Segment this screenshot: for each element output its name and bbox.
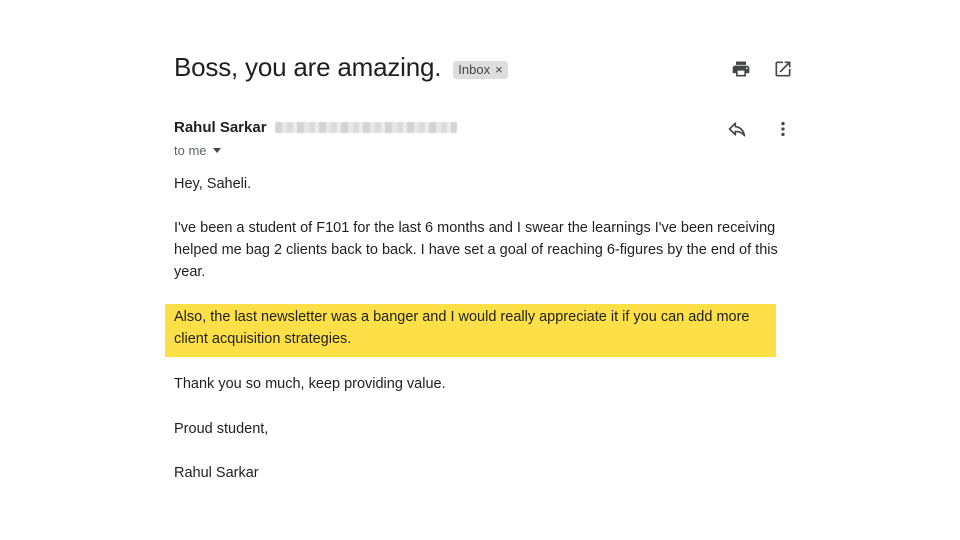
- chevron-down-icon: [212, 148, 221, 153]
- reply-button[interactable]: [725, 117, 749, 141]
- highlight-line: Also, the last newsletter was a banger a…: [174, 309, 750, 325]
- inbox-label-chip[interactable]: Inbox ×: [453, 60, 508, 79]
- more-options-button[interactable]: [771, 117, 795, 141]
- signature: Rahul Sarkar: [174, 465, 259, 481]
- sender-name[interactable]: Rahul Sarkar: [174, 119, 267, 136]
- recipient-text: to me: [174, 143, 207, 158]
- print-button[interactable]: [729, 57, 753, 81]
- remove-label-button[interactable]: ×: [495, 62, 503, 77]
- subject-row: Boss, you are amazing. Inbox ×: [174, 52, 508, 83]
- open-in-new-window-button[interactable]: [771, 57, 795, 81]
- reply-icon: [728, 122, 746, 137]
- paragraph-line: I've been a student of F101 for the last…: [174, 220, 776, 236]
- recipient-details-toggle[interactable]: to me: [174, 143, 221, 158]
- highlight-line: client acquisition strategies.: [174, 331, 352, 347]
- open-in-new-window-icon: [775, 61, 791, 77]
- sender-row: Rahul Sarkar: [174, 119, 457, 136]
- paragraph-line: year.: [174, 264, 206, 280]
- label-text: Inbox: [458, 61, 491, 77]
- more-vertical-icon: [781, 121, 785, 137]
- signoff: Proud student,: [174, 421, 269, 437]
- paragraph-line: helped me bag 2 clients back to back. I …: [174, 242, 778, 258]
- print-icon: [732, 61, 750, 77]
- sender-email-redacted: [274, 122, 457, 133]
- thanks-line: Thank you so much, keep providing value.: [174, 376, 446, 392]
- email-view: Boss, you are amazing. Inbox × Rahul Sar…: [0, 0, 960, 540]
- greeting: Hey, Saheli.: [174, 176, 252, 192]
- email-subject: Boss, you are amazing.: [174, 52, 442, 82]
